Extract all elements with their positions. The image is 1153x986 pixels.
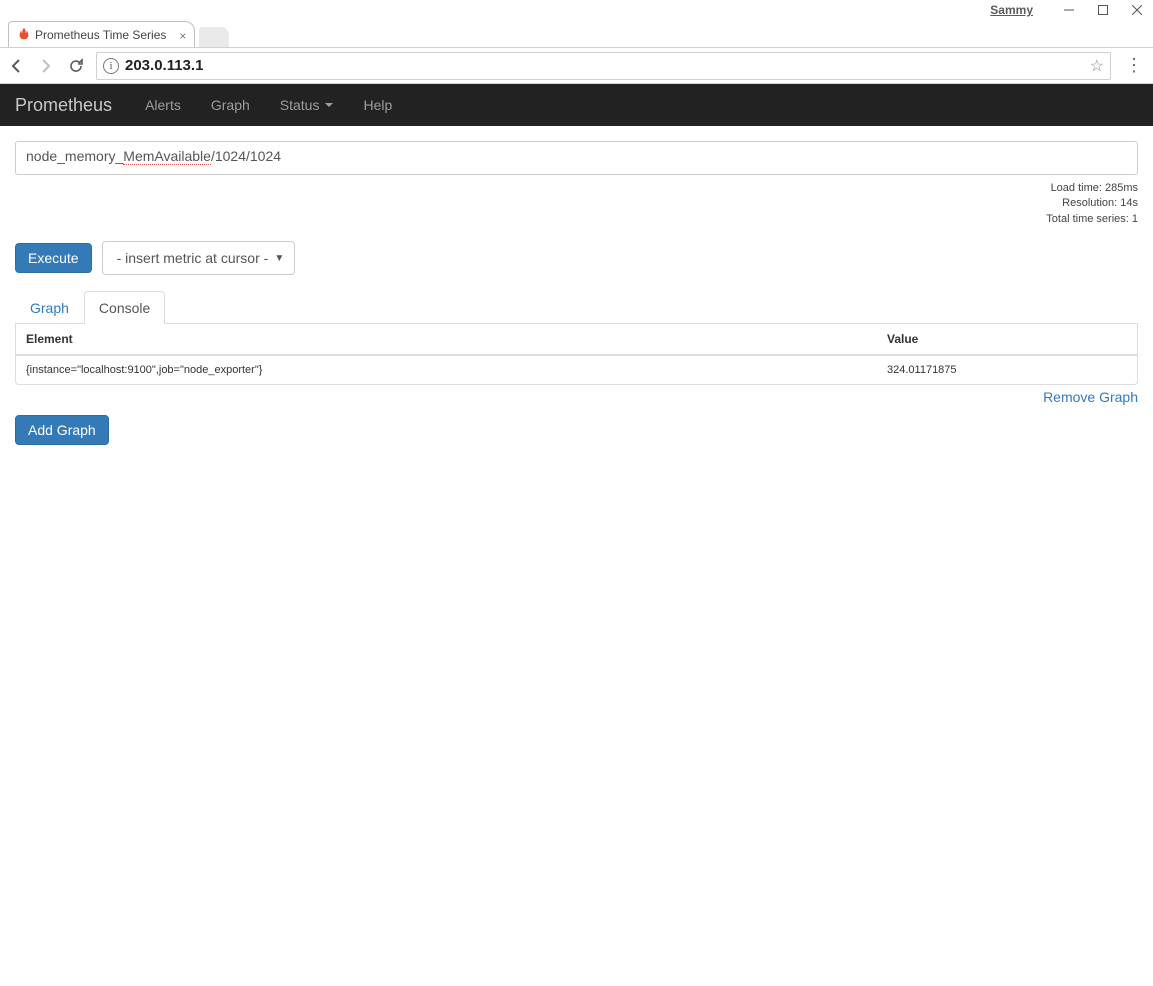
nav-graph[interactable]: Graph (196, 84, 265, 126)
execute-button[interactable]: Execute (15, 243, 92, 273)
address-bar[interactable]: i ☆ (96, 52, 1111, 80)
cell-element: {instance="localhost:9100",job="node_exp… (16, 355, 877, 384)
metric-select-label: - insert metric at cursor - (117, 250, 269, 266)
panel-footer: Remove Graph (15, 389, 1138, 405)
reload-icon[interactable] (66, 56, 86, 76)
tab-graph[interactable]: Graph (15, 291, 84, 324)
stat-total-series: Total time series: 1 (15, 212, 1138, 227)
bookmark-star-icon[interactable]: ☆ (1090, 56, 1104, 76)
new-tab-button[interactable] (199, 27, 229, 47)
url-input[interactable] (125, 57, 1084, 74)
add-graph-button[interactable]: Add Graph (15, 415, 109, 445)
browser-tab-title: Prometheus Time Series (35, 28, 166, 42)
site-info-icon[interactable]: i (103, 58, 119, 74)
expr-suffix: /1024/1024 (211, 148, 281, 164)
forward-icon[interactable] (36, 56, 56, 76)
minimize-icon[interactable] (1063, 4, 1075, 16)
results-table: Element Value {instance="localhost:9100"… (16, 324, 1137, 384)
nav-status-label: Status (280, 97, 320, 113)
table-row: {instance="localhost:9100",job="node_exp… (16, 355, 1137, 384)
close-icon[interactable] (1131, 4, 1143, 16)
maximize-icon[interactable] (1097, 4, 1109, 16)
console-panel: Element Value {instance="localhost:9100"… (15, 324, 1138, 385)
app-navbar: Prometheus Alerts Graph Status Help (0, 84, 1153, 126)
stat-resolution: Resolution: 14s (15, 196, 1138, 211)
chevron-down-icon (325, 103, 333, 107)
tab-console[interactable]: Console (84, 291, 165, 324)
result-tabs: Graph Console (15, 291, 1138, 324)
browser-tab[interactable]: Prometheus Time Series × (8, 21, 195, 47)
col-element: Element (16, 324, 877, 355)
back-icon[interactable] (6, 56, 26, 76)
query-stats: Load time: 285ms Resolution: 14s Total t… (15, 181, 1138, 227)
metric-select[interactable]: - insert metric at cursor - (102, 241, 296, 275)
tab-close-icon[interactable]: × (179, 29, 186, 43)
nav-status[interactable]: Status (265, 84, 349, 126)
window-user: Sammy (990, 3, 1033, 17)
browser-menu-icon[interactable]: ⋮ (1121, 55, 1147, 76)
nav-help[interactable]: Help (348, 84, 407, 126)
remove-graph-link[interactable]: Remove Graph (1043, 389, 1138, 405)
controls-row: Execute - insert metric at cursor - (15, 241, 1138, 275)
brand[interactable]: Prometheus (15, 95, 112, 116)
browser-toolbar: i ☆ ⋮ (0, 48, 1153, 84)
prometheus-favicon-icon (17, 28, 31, 42)
nav-alerts[interactable]: Alerts (130, 84, 196, 126)
browser-tabstrip: Prometheus Time Series × (0, 20, 1153, 48)
cell-value: 324.01171875 (877, 355, 1137, 384)
stat-load-time: Load time: 285ms (15, 181, 1138, 196)
window-titlebar: Sammy (0, 0, 1153, 20)
expression-input[interactable]: node_memory_MemAvailable/1024/1024 (15, 141, 1138, 175)
expr-mid: MemAvailable (123, 148, 211, 165)
col-value: Value (877, 324, 1137, 355)
expr-prefix: node_memory_ (26, 148, 123, 164)
